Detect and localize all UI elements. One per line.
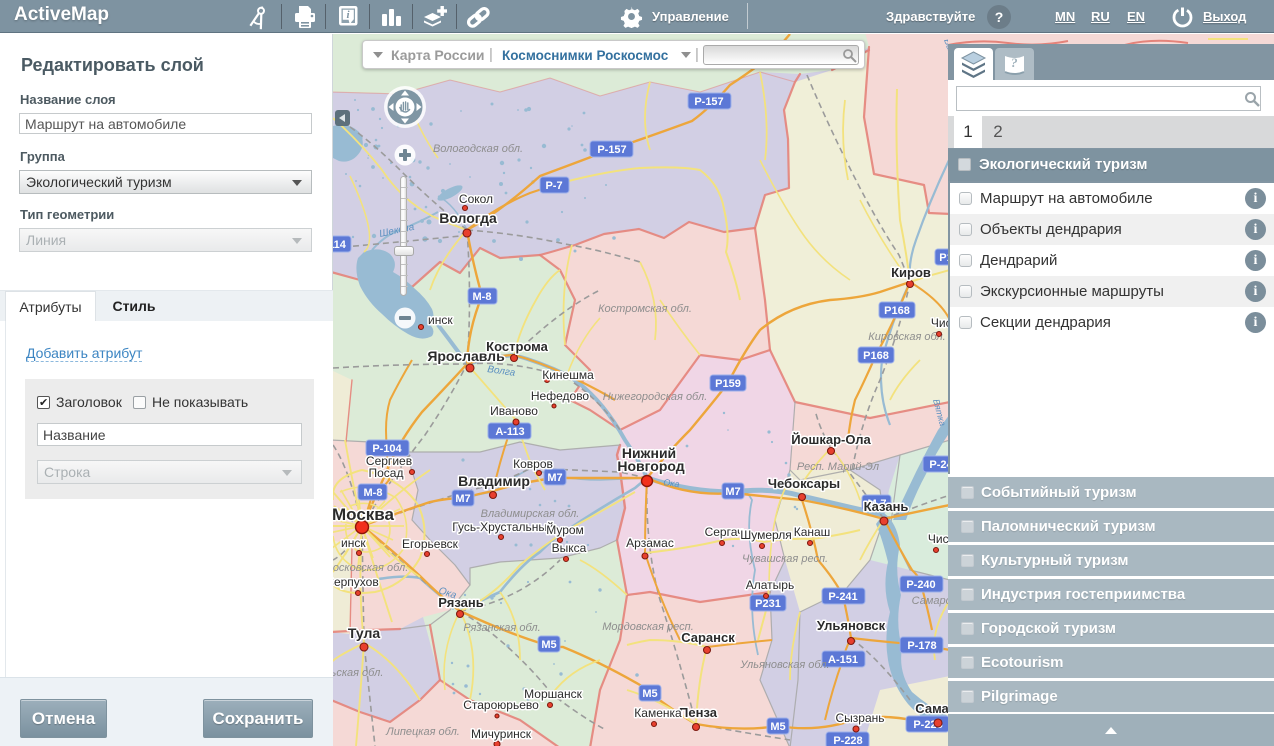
svg-text:Самарская: Самарская [912,595,948,607]
svg-text:М7: М7 [547,472,562,484]
svg-text:Вологда: Вологда [439,210,497,226]
svg-text:Нефедово: Нефедово [531,389,590,403]
svg-text:Саранск: Саранск [681,630,735,645]
svg-text:Староюрьево: Староюрьево [463,698,539,712]
svg-text:Р-228: Р-228 [833,735,862,746]
svg-text:Егорьевск: Егорьевск [402,537,459,551]
svg-text:Сергач: Сергач [705,525,744,539]
svg-text:Мичуринск: Мичуринск [471,727,532,741]
svg-text:М5: М5 [541,639,556,651]
svg-text:Москва: Москва [333,505,395,524]
svg-text:Р-157: Р-157 [694,96,723,108]
svg-text:Тула: Тула [348,625,381,641]
svg-text:М-8: М-8 [364,487,383,499]
svg-text:Кинешма: Кинешма [542,368,594,382]
svg-text:А-113: А-113 [495,426,524,438]
svg-text:Р159: Р159 [715,378,741,390]
svg-text:Кировская обл.: Кировская обл. [868,331,945,343]
svg-text:Мордовская респ.: Мордовская респ. [602,621,694,633]
svg-text:Посад: Посад [369,466,404,480]
svg-text:Владимир: Владимир [458,473,530,489]
svg-text:Йошкар-Ола: Йошкар-Ола [791,432,871,447]
svg-text:Кострома: Кострома [486,339,548,354]
svg-text:Ульяновск: Ульяновск [817,618,886,633]
svg-text:?: ? [1011,55,1018,70]
svg-text:Московская обл.: Московская обл. [333,562,408,574]
svg-text:Рязань: Рязань [438,595,483,610]
svg-text:Костромская обл.: Костромская обл. [598,303,692,315]
svg-text:Алатырь: Алатырь [746,578,794,592]
svg-text:Липецкая обл.: Липецкая обл. [385,726,460,738]
svg-text:Вятка: Вятка [931,398,948,427]
svg-text:Каменка: Каменка [634,706,682,720]
svg-text:Нижегородская обл.: Нижегородская обл. [603,391,708,403]
svg-text:Серпухов: Серпухов [333,575,379,589]
svg-text:Арзамас: Арзамас [626,536,674,550]
svg-text:Пенза: Пенза [679,705,718,720]
svg-text:Самар: Самар [915,701,948,716]
svg-text:Волга: Волга [487,364,517,379]
svg-text:Р1: Р1 [939,252,948,264]
svg-text:М5: М5 [770,721,785,733]
svg-text:Шумерля: Шумерля [740,528,792,542]
svg-text:Р231: Р231 [755,598,781,610]
svg-text:Ульяновская обл.: Ульяновская обл. [739,659,829,671]
svg-text:Шексна: Шексна [378,222,415,240]
svg-text:Сокол: Сокол [459,192,493,206]
svg-text:Р-241: Р-241 [828,591,857,603]
svg-text:Иваново: Иваново [490,404,538,418]
svg-text:Р-7: Р-7 [545,180,562,192]
svg-text:Чебоксары: Чебоксары [768,476,840,491]
svg-text:Киров: Киров [891,265,931,280]
svg-text:Ока: Ока [663,477,680,489]
svg-text:А-151: А-151 [828,654,858,666]
svg-text:Канаш: Канаш [794,525,831,539]
svg-text:Ковров: Ковров [513,457,553,471]
svg-text:М7: М7 [725,486,740,498]
svg-text:Казань: Казань [864,499,909,514]
svg-text:Р-157: Р-157 [597,144,626,156]
svg-text:Сызрань: Сызрань [835,711,884,725]
svg-text:М5: М5 [642,688,657,700]
svg-text:Респ. Марий-Эл: Респ. Марий-Эл [797,461,879,473]
svg-text:Гусь-Хрустальный: Гусь-Хрустальный [452,520,553,534]
svg-text:инск: инск [341,536,366,550]
svg-text:Чист: Чист [928,532,948,546]
svg-text:Р168: Р168 [863,350,889,362]
svg-text:Р-24: Р-24 [929,459,948,471]
svg-text:114: 114 [333,239,347,251]
svg-text:Р168: Р168 [884,305,910,317]
svg-text:Муром: Муром [546,523,584,537]
svg-text:Р-178: Р-178 [907,640,936,652]
svg-text:Чист: Чист [931,316,948,330]
svg-text:Рязанская обл.: Рязанская обл. [463,622,540,634]
svg-text:Выкса: Выкса [552,541,587,555]
svg-text:Владимирская обл.: Владимирская обл. [481,508,580,520]
svg-text:Р-240: Р-240 [906,579,935,591]
svg-text:М7: М7 [455,493,470,505]
svg-text:М-8: М-8 [473,291,492,303]
svg-text:Тульская обл.: Тульская обл. [333,667,383,679]
svg-text:инск: инск [428,313,453,327]
svg-text:Вологодская обл.: Вологодская обл. [433,143,523,155]
svg-text:Чувашская респ.: Чувашская респ. [742,553,828,565]
svg-text:Новгород: Новгород [617,458,684,474]
